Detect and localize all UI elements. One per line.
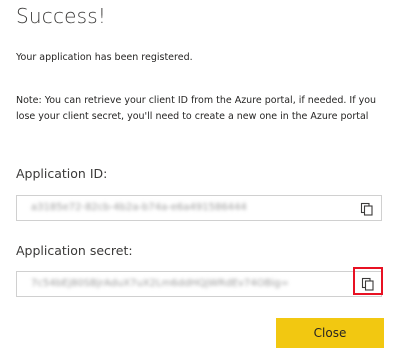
application-id-label: Application ID: [16, 166, 108, 181]
close-button[interactable]: Close [276, 318, 384, 348]
copy-icon[interactable] [361, 276, 375, 291]
application-id-value: a3185e72-82cb-4b2a-b74a-e6a491586444 [31, 202, 247, 213]
application-id-field[interactable]: a3185e72-82cb-4b2a-b74a-e6a491586444 [16, 195, 382, 221]
dialog-title: Success! [16, 4, 107, 28]
success-message: Your application has been registered. [16, 52, 193, 63]
application-secret-label: Application secret: [16, 243, 133, 258]
application-secret-value: 7c54bEj80SBjrAduX7uX2Lm6ddHQjWRdEv74OBig… [31, 278, 289, 289]
application-secret-field[interactable]: 7c54bEj80SBjrAduX7uX2Lm6ddHQjWRdEv74OBig… [16, 271, 382, 297]
note-text: Note: You can retrieve your client ID fr… [16, 95, 377, 122]
copy-icon[interactable] [360, 201, 374, 216]
